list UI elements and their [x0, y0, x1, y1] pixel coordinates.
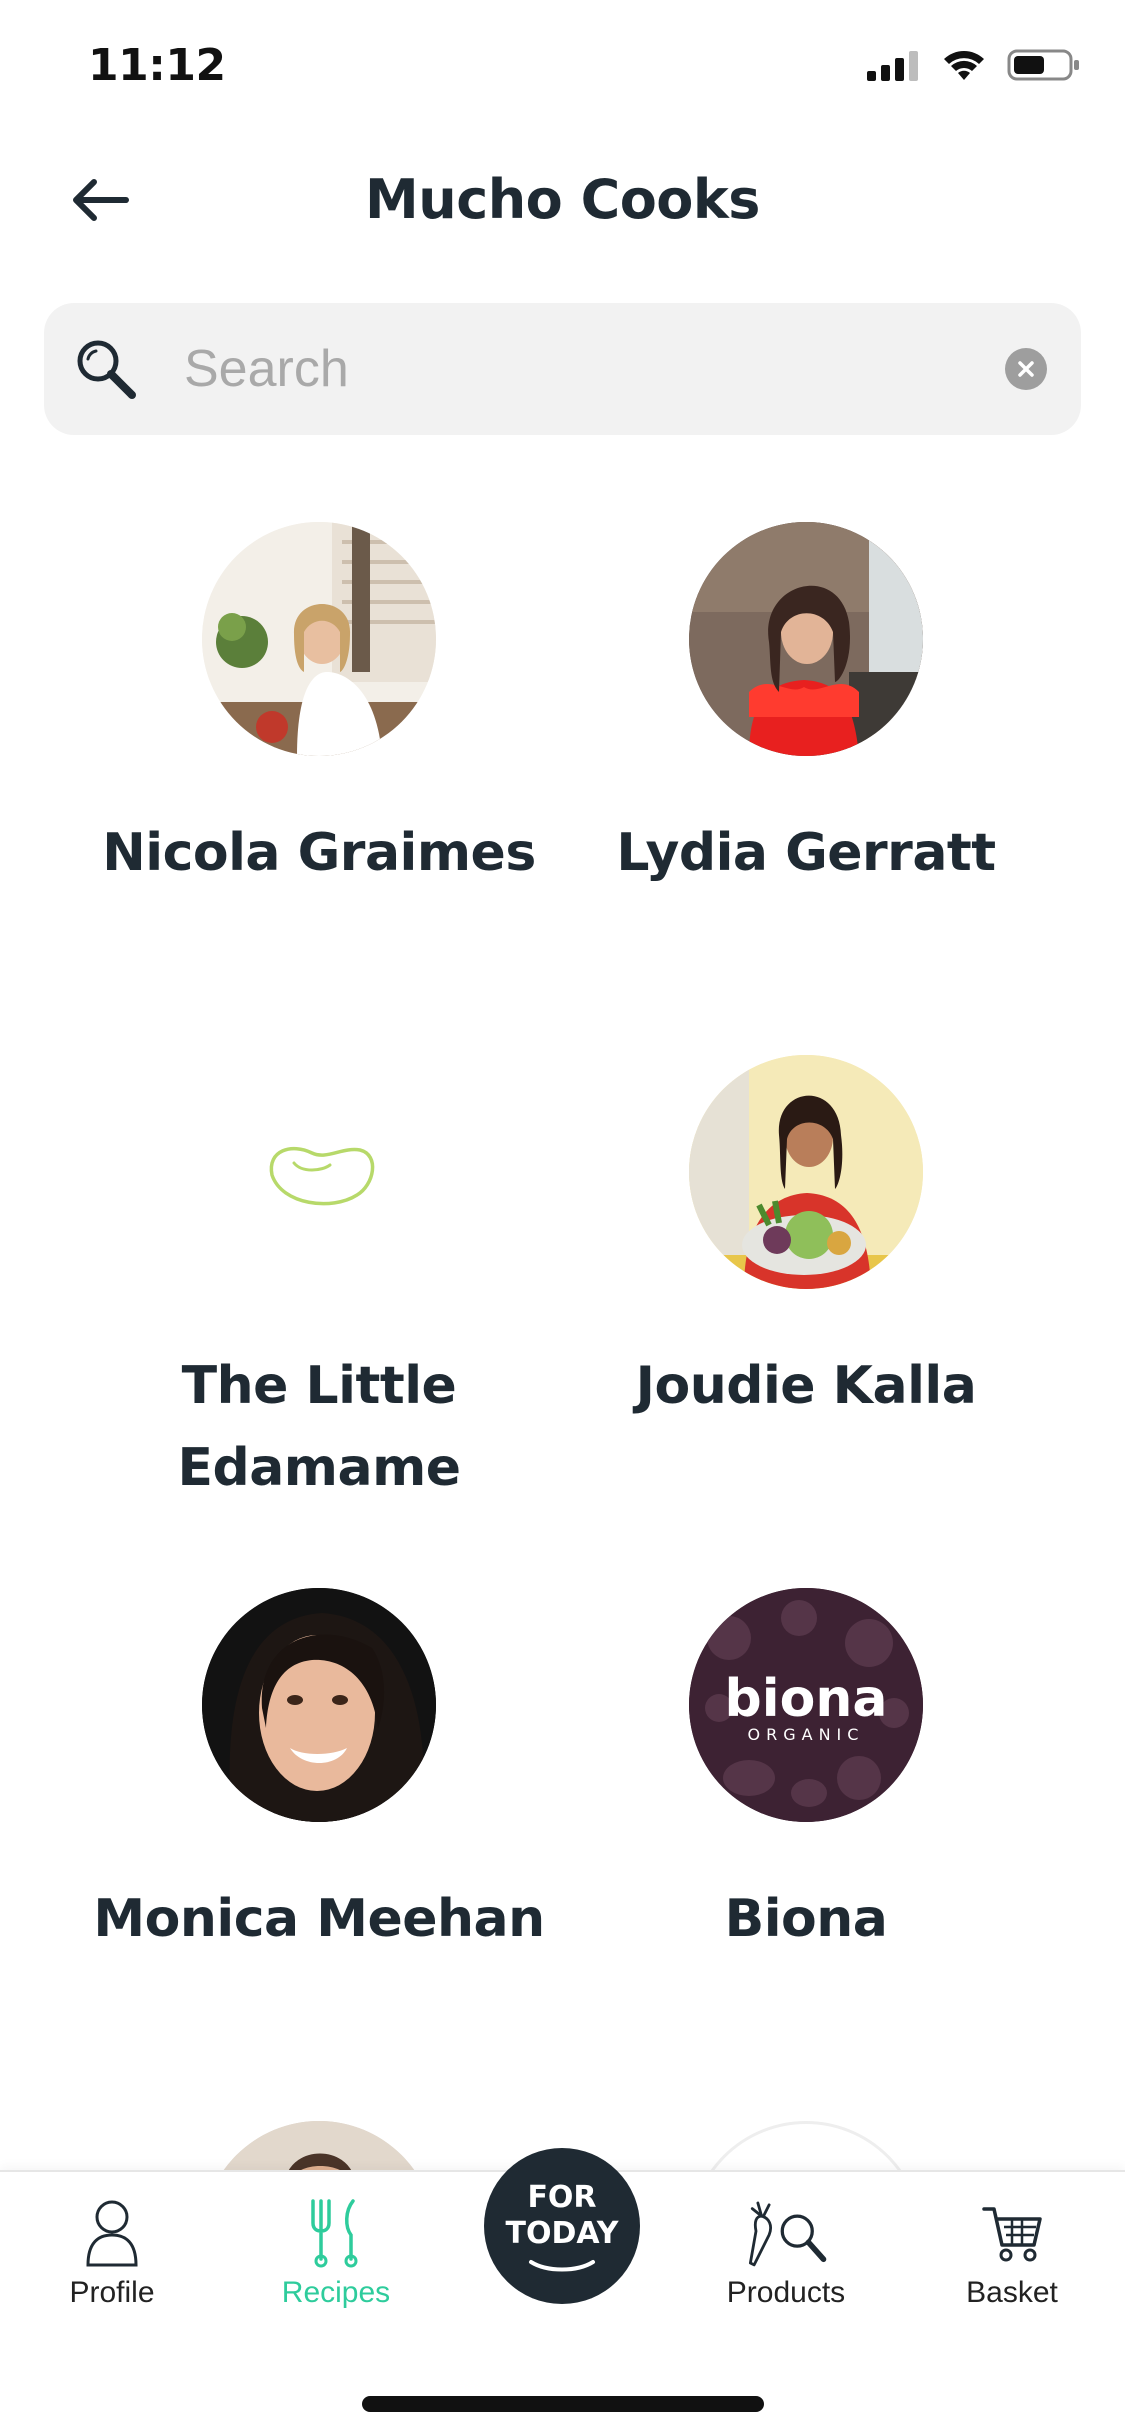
search-icon [77, 340, 136, 399]
battery-icon [1007, 49, 1079, 81]
nav-header: Mucho Cooks [0, 150, 1125, 250]
wifi-icon [944, 51, 984, 80]
cook-avatar [689, 522, 923, 756]
person-icon [67, 2192, 157, 2274]
status-time: 11:12 [88, 40, 226, 91]
cook-card[interactable]: The Little Edamame [69, 1055, 569, 1509]
for-today-button[interactable]: FOR TODAY [484, 2148, 640, 2304]
cook-card[interactable]: Joudie Kalla [556, 1055, 1056, 1427]
home-indicator [362, 2396, 764, 2412]
biona-logo-text: biona [725, 1669, 888, 1729]
status-icons [867, 48, 1081, 82]
swoosh-icon [529, 2260, 595, 2272]
tab-label: Basket [966, 2276, 1058, 2309]
cooks-grid: Nicola Graimes Lydia Gerratt The Little … [0, 500, 1125, 2170]
for-today-line1: FOR [527, 2180, 597, 2215]
cook-name: The Little Edamame [177, 1356, 461, 1498]
cook-avatar [689, 2121, 923, 2170]
cook-avatar [202, 1588, 436, 1822]
cook-avatar [202, 2121, 436, 2170]
tab-recipes[interactable]: Recipes [246, 2192, 426, 2310]
clear-search-icon[interactable] [1005, 348, 1047, 390]
tab-profile[interactable]: Profile [22, 2192, 202, 2310]
cook-card[interactable]: Lydia Gerratt [556, 522, 1056, 894]
search-bar[interactable] [44, 303, 1081, 435]
cook-avatar [202, 522, 436, 756]
signal-icon [867, 51, 918, 81]
cook-name: Lydia Gerratt [616, 823, 996, 883]
tab-label: Profile [69, 2276, 155, 2309]
cook-card[interactable]: Monica Meehan [69, 1588, 569, 1960]
tab-basket[interactable]: Basket [922, 2192, 1102, 2310]
close-icon [1018, 361, 1034, 377]
cook-card[interactable]: Nicola Graimes [69, 522, 569, 894]
for-today-line2: TODAY [505, 2216, 619, 2251]
cook-name: Joudie Kalla [635, 1356, 977, 1416]
carrot-magnifier-icon [741, 2192, 831, 2274]
biona-logo-subtext: ORGANIC [748, 1725, 865, 1744]
tab-label: Recipes [281, 2276, 391, 2309]
cook-avatar [202, 1055, 436, 1289]
fork-knife-icon [291, 2192, 381, 2274]
tab-label: Products [726, 2276, 846, 2309]
cook-name: Nicola Graimes [102, 823, 536, 883]
cook-card[interactable] [556, 2121, 1056, 2170]
cook-avatar [689, 1055, 923, 1289]
search-input[interactable] [184, 325, 1004, 413]
cook-name: Monica Meehan [93, 1889, 545, 1949]
status-bar: 11:12 [0, 0, 1125, 132]
page-title: Mucho Cooks [365, 168, 760, 231]
edamame-bean-icon [269, 1146, 375, 1206]
biona-logo: biona ORGANIC [689, 1588, 923, 1822]
cook-name: Biona [724, 1889, 888, 1949]
tab-products[interactable]: Products [696, 2192, 876, 2310]
cart-icon [967, 2192, 1057, 2274]
cook-card[interactable] [69, 2121, 569, 2170]
cook-card[interactable]: biona ORGANIC Biona [556, 1588, 1056, 1960]
